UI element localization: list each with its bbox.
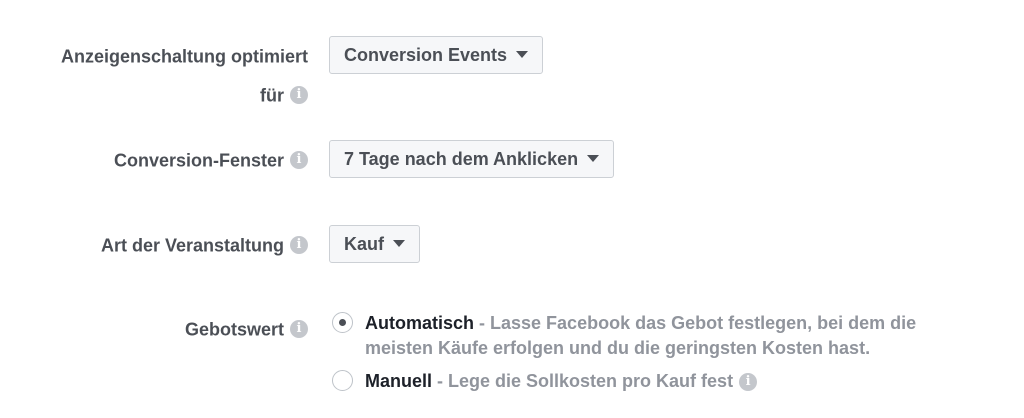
info-icon[interactable]: i [290,236,308,255]
caret-down-icon [393,239,405,247]
option-title-automatic: Automatisch [365,313,475,333]
conversion-window-value: 7 Tage nach dem Anklicken [344,149,579,169]
bid-value-label: Gebotswert i [185,309,308,348]
info-icon[interactable]: i [290,320,308,339]
optimization-label-line1: Anzeigenschaltung optimiert [60,46,308,67]
bid-option-manual[interactable]: Manuell - Lege die Sollkosten pro Kauf f… [332,369,972,394]
radio-manual[interactable] [332,370,353,391]
optimization-label-line2: für i [260,75,308,114]
info-icon[interactable]: i [739,373,758,392]
caret-down-icon [587,154,600,162]
bid-option-automatic[interactable]: Automatisch - Lasse Facebook das Gebot f… [332,311,972,361]
caret-down-icon [516,50,529,58]
event-type-label: Art der Veranstaltung i [101,225,308,264]
conversion-window-dropdown[interactable]: 7 Tage nach dem Anklicken [329,140,615,178]
radio-automatic[interactable] [332,312,353,333]
optimization-dropdown[interactable]: Conversion Events [329,36,544,74]
conversion-window-label: Conversion-Fenster i [114,140,308,179]
event-type-value: Kauf [344,234,384,254]
option-title-manual: Manuell [365,371,433,391]
option-desc-manual: - Lege die Sollkosten pro Kauf fest [432,371,734,391]
info-icon[interactable]: i [290,86,308,105]
info-icon[interactable]: i [290,151,308,170]
event-type-dropdown[interactable]: Kauf [329,225,420,263]
optimization-value: Conversion Events [344,45,508,65]
